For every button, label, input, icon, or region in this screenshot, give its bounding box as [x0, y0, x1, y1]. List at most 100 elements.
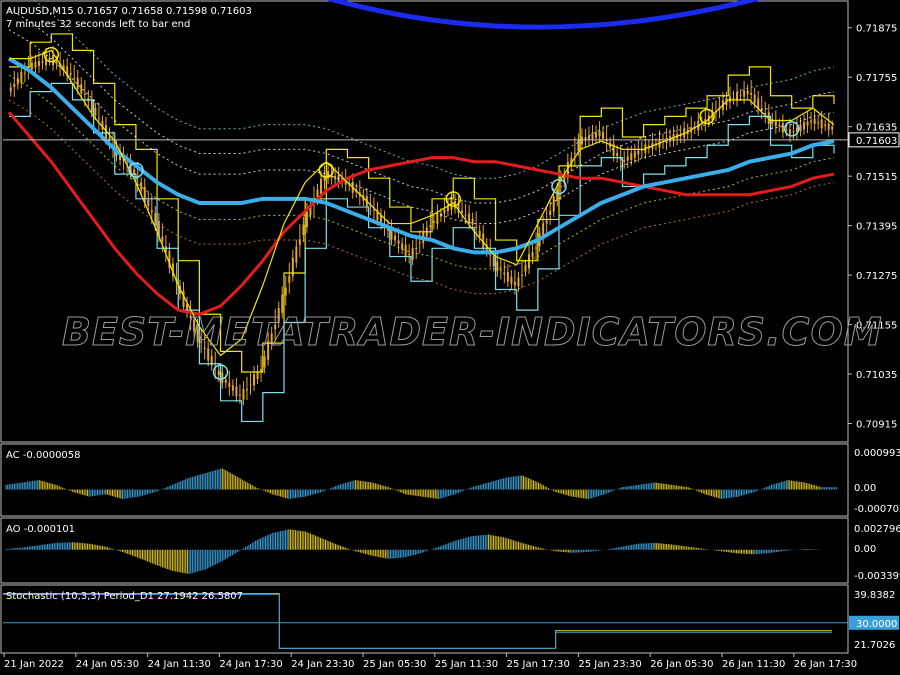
candle-body [510, 276, 513, 284]
candle-body [372, 209, 375, 211]
candle-body [16, 78, 19, 85]
candle-body [813, 118, 816, 124]
mt4-chart-window[interactable]: 0.71875 0.71755 0.71635 0.71515 0.71395 0.712… [0, 0, 900, 675]
candle-body [732, 97, 735, 99]
time-tick-label: 24 Jan 11:30 [148, 659, 211, 670]
candle-body [792, 131, 795, 133]
candle-body [626, 156, 629, 161]
candle-body [806, 121, 809, 126]
candle-body [245, 389, 248, 391]
candle-body [820, 119, 823, 129]
time-tick-label: 24 Jan 05:30 [76, 659, 139, 670]
candle-body [499, 269, 502, 271]
time-tick-label: 24 Jan 23:30 [291, 659, 354, 670]
watermark-text: BEST-METATRADER-INDICATORS.COM [62, 310, 883, 354]
candle-body [788, 129, 791, 135]
candle-body [20, 71, 23, 83]
candle-body [224, 379, 227, 383]
candle-body [37, 60, 40, 66]
candle-body [464, 214, 467, 216]
candle-body [831, 126, 834, 130]
time-tick-label: 24 Jan 17:30 [219, 659, 282, 670]
price-tick-label: 0.71275 [856, 271, 897, 282]
price-tick-label: 0.71395 [856, 222, 897, 233]
candle-body [34, 61, 37, 68]
candle-body [418, 242, 421, 244]
candle-body [810, 120, 813, 123]
candle-body [288, 275, 291, 283]
candle-body [781, 122, 784, 133]
candle-body [242, 389, 245, 400]
candle-body [640, 149, 643, 151]
candle-body [630, 153, 633, 161]
candle-body [475, 226, 478, 228]
candle-body [746, 90, 749, 95]
candle-body [520, 274, 523, 276]
time-tick-label: 25 Jan 17:30 [507, 659, 570, 670]
candle-body [587, 135, 590, 140]
candle-body [302, 224, 305, 235]
candle-body [824, 124, 827, 126]
candle-body [161, 236, 164, 242]
indicator-tick-label: 0.002796 [854, 524, 900, 535]
candle-body [471, 218, 474, 225]
candle-body [496, 261, 499, 272]
candle-body [443, 209, 446, 214]
candle-body [253, 374, 256, 386]
candle-body [602, 131, 605, 139]
candle-body [803, 122, 806, 130]
indicator-tick-label: 0.00 [854, 483, 876, 494]
candle-body [595, 132, 598, 138]
candle-body [623, 159, 626, 162]
candle-body [478, 230, 481, 237]
candle-body [461, 210, 464, 213]
candle-body [799, 124, 802, 132]
candle-body [235, 386, 238, 397]
current-price-label: 0.71603 [856, 136, 897, 147]
candle-body [411, 247, 414, 260]
candle-body [549, 210, 552, 216]
candle-body [97, 118, 100, 120]
time-tick-label: 26 Jan 17:30 [794, 659, 857, 670]
candle-body [760, 108, 763, 110]
candle-body [249, 384, 252, 386]
candle-body [394, 235, 397, 241]
candle-body [506, 272, 509, 282]
candle-body [743, 90, 746, 97]
indicator-tick-label: -0.003399 [854, 571, 900, 582]
candle-body [827, 123, 830, 130]
candle-body [41, 61, 44, 63]
candle-body [94, 107, 97, 116]
candle-body [552, 196, 555, 212]
candle-body [489, 254, 492, 256]
candle-body [750, 93, 753, 96]
candle-body [771, 119, 774, 124]
candle-body [401, 243, 404, 250]
indicator-tick-label: 0.00 [854, 544, 876, 555]
candle-body [591, 132, 594, 140]
candle-body [728, 96, 731, 102]
time-tick-label: 25 Jan 23:30 [578, 659, 641, 670]
candle-body [13, 83, 16, 88]
candle-body [136, 177, 139, 179]
time-tick-label: 25 Jan 11:30 [435, 659, 498, 670]
candle-body [284, 287, 287, 296]
time-tick-label: 21 Jan 2022 [4, 659, 64, 670]
candle-body [531, 252, 534, 257]
candle-body [637, 150, 640, 155]
candle-body [598, 130, 601, 137]
candle-body [785, 129, 788, 131]
candle-body [334, 175, 337, 180]
candle-body [739, 94, 742, 96]
price-tick-label: 0.71755 [856, 73, 897, 84]
candle-body [397, 240, 400, 244]
candle-body [616, 152, 619, 157]
candle-body [503, 272, 506, 275]
indicator-tick-label: 0.0009933 [854, 448, 900, 459]
candle-body [238, 394, 241, 396]
price-tick-label: 0.71875 [856, 24, 897, 35]
candle-body [559, 185, 562, 187]
candle-body [528, 254, 531, 269]
candle-body [436, 212, 439, 224]
candle-body [817, 122, 820, 124]
